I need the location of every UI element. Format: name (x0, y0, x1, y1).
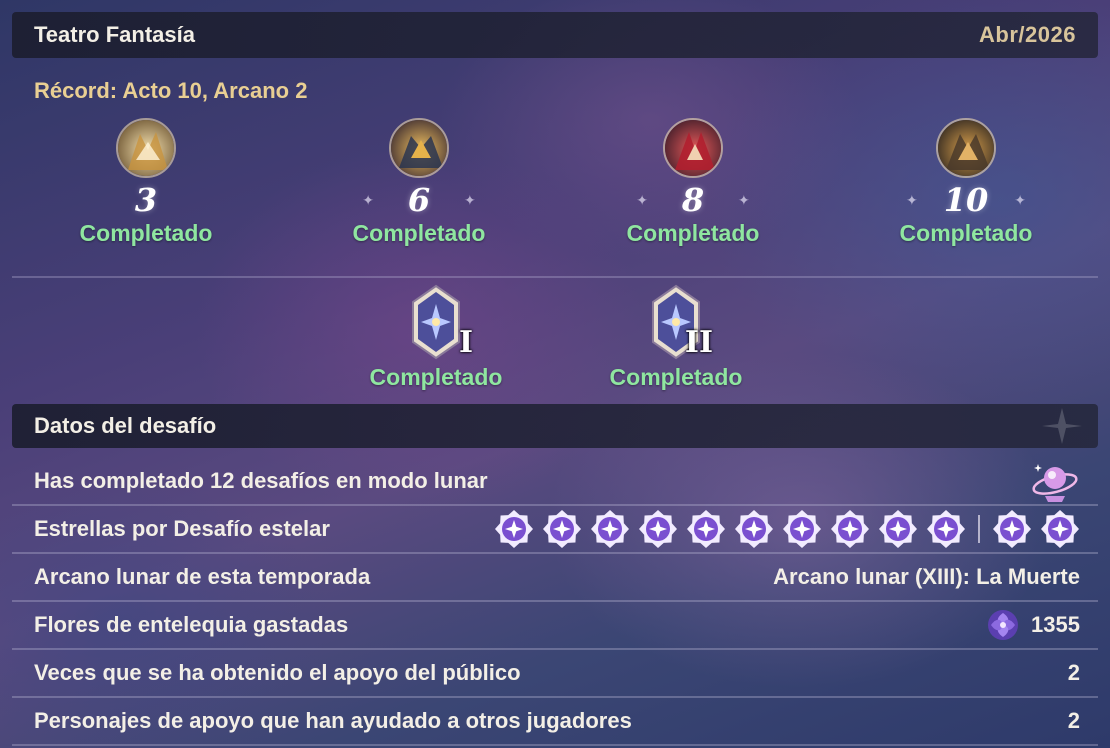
row-divider (12, 744, 1098, 746)
stat-row-audience: Veces que se ha obtenido el apoyo del pú… (12, 650, 1098, 696)
arcanum-item-1[interactable]: I Completado (346, 284, 526, 399)
stat-row-stars: Estrellas por Desafío estelar (12, 506, 1098, 552)
character-avatar-icon (389, 118, 449, 178)
star-medal-icon (543, 510, 581, 548)
section-title: Datos del desafío (34, 413, 217, 438)
arcanum-status: Completado (369, 364, 503, 390)
stars-separator (978, 515, 980, 543)
stat-value: 2 (1067, 660, 1080, 685)
sparkle-decoration-icon (1042, 408, 1082, 444)
sparkle-icon: ✦ (464, 191, 476, 208)
stat-row-support: Personajes de apoyo que han ayudado a ot… (12, 698, 1098, 744)
stat-row-flowers: Flores de entelequia gastadas 1355 (12, 602, 1098, 648)
acts-row: 3 Completado ✦ 6 ✦ Completado ✦ 8 ✦ Comp… (12, 118, 1098, 263)
act-number: 10 (943, 181, 989, 219)
stat-value: Arcano lunar (XIII): La Muerte (773, 564, 1080, 589)
stat-label: Veces que se ha obtenido el apoyo del pú… (34, 660, 521, 685)
sparkle-icon: ✦ (636, 191, 648, 208)
lunar-emblem-icon (1032, 464, 1078, 502)
star-medal-icon (591, 510, 629, 548)
stat-label: Has completado 12 desafíos en modo lunar (34, 468, 488, 493)
stats-list: Has completado 12 desafíos en modo lunar… (12, 458, 1098, 746)
flower-icon (988, 610, 1019, 640)
stat-value-group: 1355 (985, 607, 1080, 643)
act-status: Completado (899, 220, 1033, 246)
arcanum-card-icon: II (641, 284, 713, 360)
act-number: 6 (407, 181, 431, 219)
arcanum-status: Completado (609, 364, 743, 390)
star-medal-icon (993, 510, 1031, 548)
star-medal-icon (639, 510, 677, 548)
character-avatar-icon (936, 118, 996, 178)
character-avatar-icon (116, 118, 176, 178)
sparkle-icon: ✦ (362, 191, 374, 208)
stat-value: 2 (1067, 708, 1080, 733)
act-status: Completado (79, 220, 213, 246)
arcanum-numeral: I (458, 325, 473, 360)
act-status: Completado (626, 220, 760, 246)
flowers-count: 1355 (1031, 612, 1080, 637)
act-status: Completado (352, 220, 486, 246)
star-medal-icon (783, 510, 821, 548)
star-medal-icon (1041, 510, 1079, 548)
page-title: Teatro Fantasía (34, 22, 195, 47)
sparkle-icon: ✦ (738, 191, 750, 208)
character-avatar-icon (663, 118, 723, 178)
stat-row-lunar-mode: Has completado 12 desafíos en modo lunar (12, 458, 1098, 504)
star-medal-icon (687, 510, 725, 548)
section-header: Datos del desafío (12, 404, 1098, 448)
star-medal-icon (879, 510, 917, 548)
arcana-row: I Completado II Completado (12, 284, 1098, 399)
star-medal-icon (495, 510, 533, 548)
arcanum-numeral: II (684, 325, 713, 360)
act-item-2[interactable]: ✦ 6 ✦ Completado (309, 118, 529, 263)
stat-label: Personajes de apoyo que han ayudado a ot… (34, 708, 632, 733)
stat-row-arcanum: Arcano lunar de esta temporada Arcano lu… (12, 554, 1098, 600)
star-medals (494, 509, 1080, 549)
stat-label: Estrellas por Desafío estelar (34, 516, 330, 541)
act-number: 3 (134, 181, 158, 219)
stat-label: Flores de entelequia gastadas (34, 612, 349, 637)
divider (12, 276, 1098, 278)
sparkle-icon: ✦ (1014, 191, 1026, 208)
act-item-3[interactable]: ✦ 8 ✦ Completado (583, 118, 803, 263)
sparkle-icon: ✦ (906, 191, 918, 208)
star-medal-icon (735, 510, 773, 548)
star-medal-icon (831, 510, 869, 548)
arcanum-item-2[interactable]: II Completado (586, 284, 766, 399)
arcanum-card-icon: I (401, 284, 473, 360)
period-date: Abr/2026 (979, 22, 1076, 47)
act-item-1[interactable]: 3 Completado (36, 118, 256, 263)
act-item-4[interactable]: ✦ 10 ✦ Completado (856, 118, 1076, 263)
star-medal-icon (927, 510, 965, 548)
header-bar: Teatro Fantasía Abr/2026 (12, 12, 1098, 58)
act-number: 8 (681, 181, 705, 219)
record-text: Récord: Acto 10, Arcano 2 (34, 78, 308, 103)
stat-label: Arcano lunar de esta temporada (34, 564, 371, 589)
